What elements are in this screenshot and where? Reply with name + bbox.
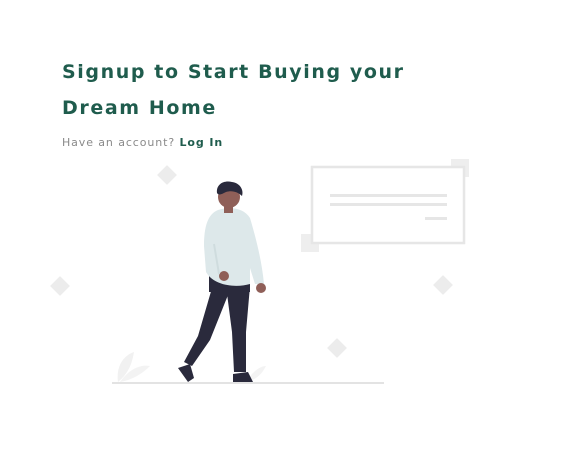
heading-line-2: Dream Home xyxy=(62,97,217,119)
person-leg xyxy=(184,288,230,366)
account-prompt: Have an account? Log In xyxy=(62,136,223,149)
heading-line-1: Signup to Start Buying your xyxy=(62,61,405,83)
decor-diamond xyxy=(327,338,347,358)
person-hand xyxy=(219,271,229,281)
login-link[interactable]: Log In xyxy=(179,136,223,149)
card-line xyxy=(330,194,447,197)
signup-page: Signup to Start Buying your Dream Home H… xyxy=(0,0,563,460)
person-shirt xyxy=(204,208,264,286)
account-prompt-text: Have an account? xyxy=(62,136,176,149)
page-heading: Signup to Start Buying your Dream Home xyxy=(62,54,462,126)
person-figure xyxy=(178,181,266,382)
person-shoe xyxy=(178,364,194,382)
decor-diamond xyxy=(50,276,70,296)
decor-diamond xyxy=(433,275,453,295)
card-line xyxy=(330,203,447,206)
decor-diamond xyxy=(157,165,177,185)
person-hand xyxy=(256,283,266,293)
person-shoe xyxy=(233,372,253,382)
card-line xyxy=(425,217,447,220)
person-leg xyxy=(226,286,250,372)
